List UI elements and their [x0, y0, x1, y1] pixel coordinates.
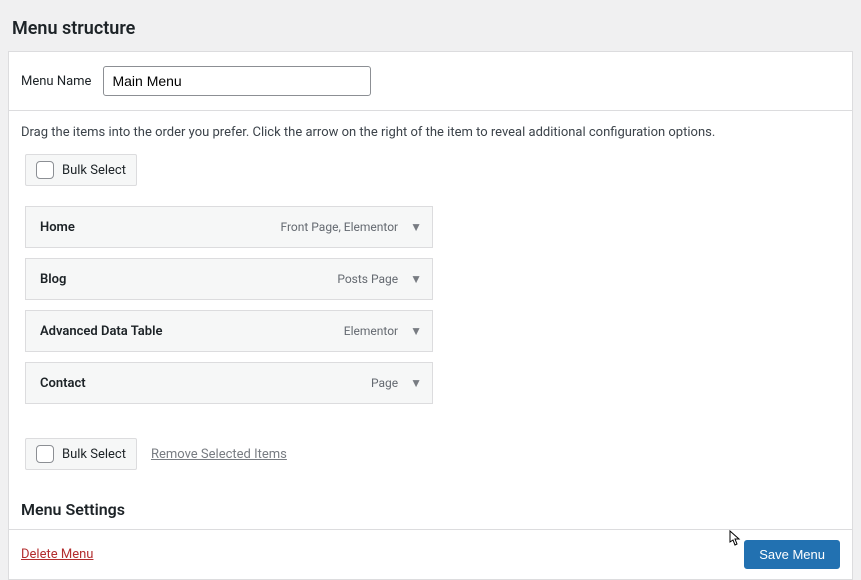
- menu-item-type: Elementor: [344, 324, 398, 338]
- bulk-select-checkbox[interactable]: [36, 445, 54, 463]
- bulk-select-label: Bulk Select: [62, 447, 126, 462]
- menu-item-type: Page: [371, 376, 398, 390]
- chevron-down-icon[interactable]: ▼: [410, 220, 422, 234]
- chevron-down-icon[interactable]: ▼: [410, 376, 422, 390]
- menu-items-list: Home Front Page, Elementor ▼ Blog Posts …: [9, 206, 852, 422]
- menu-name-label: Menu Name: [21, 74, 91, 89]
- menu-item[interactable]: Advanced Data Table Elementor ▼: [25, 310, 433, 352]
- menu-name-input[interactable]: [103, 66, 371, 96]
- chevron-down-icon[interactable]: ▼: [410, 272, 422, 286]
- menu-item[interactable]: Home Front Page, Elementor ▼: [25, 206, 433, 248]
- bulk-select-bottom[interactable]: Bulk Select: [25, 438, 137, 470]
- menu-item[interactable]: Contact Page ▼: [25, 362, 433, 404]
- menu-item-title: Contact: [40, 376, 371, 391]
- bulk-select-label: Bulk Select: [62, 163, 126, 178]
- chevron-down-icon[interactable]: ▼: [410, 324, 422, 338]
- bulk-select-top[interactable]: Bulk Select: [25, 154, 137, 186]
- bulk-row-bottom: Bulk Select Remove Selected Items: [25, 438, 852, 470]
- cursor-pointer-icon: [723, 529, 743, 556]
- save-menu-button[interactable]: Save Menu: [744, 540, 840, 569]
- bulk-select-checkbox[interactable]: [36, 161, 54, 179]
- page-title: Menu structure: [0, 0, 861, 51]
- menu-item[interactable]: Blog Posts Page ▼: [25, 258, 433, 300]
- menu-item-title: Blog: [40, 272, 337, 287]
- menu-item-title: Home: [40, 220, 281, 235]
- menu-item-type: Posts Page: [337, 272, 398, 286]
- menu-panel: Menu Name Drag the items into the order …: [8, 51, 853, 580]
- menu-name-row: Menu Name: [9, 52, 852, 111]
- remove-selected-link[interactable]: Remove Selected Items: [151, 447, 287, 462]
- menu-settings-title: Menu Settings: [9, 486, 852, 529]
- menu-item-type: Front Page, Elementor: [281, 220, 399, 234]
- menu-item-title: Advanced Data Table: [40, 324, 344, 339]
- delete-menu-link[interactable]: Delete Menu: [21, 547, 93, 562]
- instructions-text: Drag the items into the order you prefer…: [9, 111, 852, 150]
